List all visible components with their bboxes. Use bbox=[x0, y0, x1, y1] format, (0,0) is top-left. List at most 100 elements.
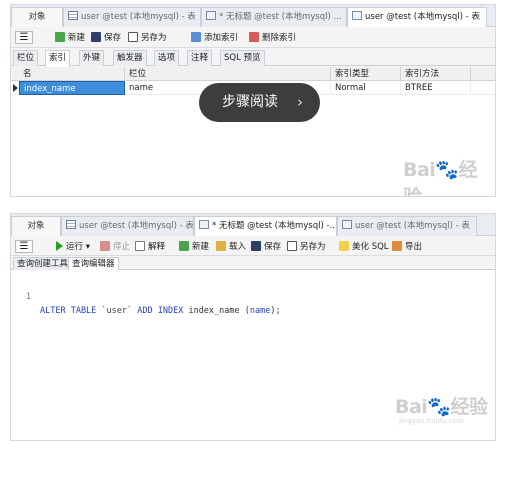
save-as-icon bbox=[128, 32, 138, 42]
chevron-right-icon: › bbox=[297, 93, 303, 111]
column-header-index-method[interactable]: 索引方法 bbox=[401, 67, 471, 81]
design-subtabs: 栏位 索引 外键 触发器 选项 注释 SQL 预览 bbox=[11, 48, 495, 67]
tab-label: user @test (本地mysql) - 表 bbox=[79, 221, 194, 231]
stop-button[interactable]: 停止 bbox=[100, 240, 130, 254]
column-header-index-type[interactable]: 索引类型 bbox=[331, 67, 401, 81]
index-type-cell[interactable]: Normal bbox=[331, 81, 401, 95]
tab-comments[interactable]: 注释 bbox=[187, 50, 213, 66]
tab-label: * 无标题 @test (本地mysql) -... bbox=[212, 221, 337, 231]
sql-keyword: ADD INDEX bbox=[137, 306, 184, 316]
folder-icon bbox=[216, 241, 226, 251]
load-button[interactable]: 载入 bbox=[216, 240, 246, 254]
tab-fields[interactable]: 栏位 bbox=[13, 50, 39, 66]
stop-icon bbox=[100, 241, 110, 251]
beautify-sql-button[interactable]: 美化 SQL bbox=[339, 240, 389, 254]
add-index-button[interactable]: 添加索引 bbox=[191, 31, 238, 45]
delete-index-label: 删除索引 bbox=[262, 33, 297, 43]
export-button[interactable]: 导出 bbox=[392, 240, 422, 254]
save-as-label: 另存为 bbox=[300, 242, 326, 252]
save-button[interactable]: 保存 bbox=[91, 31, 121, 45]
explain-icon bbox=[135, 241, 145, 251]
table-icon bbox=[68, 11, 78, 20]
new-icon bbox=[179, 241, 189, 251]
code-line: 1 ALTER TABLE `user` ADD INDEX index_nam… bbox=[11, 276, 495, 316]
tab-label: 对象 bbox=[28, 12, 46, 22]
tab-untitled-query[interactable]: * 无标题 @test (本地mysql) ... bbox=[201, 7, 347, 27]
tab-indexes[interactable]: 索引 bbox=[45, 50, 71, 67]
baidu-watermark: Bai🐾经验 jingyan.baidu.com bbox=[395, 396, 489, 425]
tab-label: user @test (本地mysql) - 表 bbox=[365, 12, 480, 22]
sql-index-name: index_name bbox=[188, 306, 240, 316]
baidu-watermark: Bai🐾经验 jingyan.baidu.com bbox=[403, 155, 495, 196]
menu-icon[interactable]: ☰ bbox=[15, 240, 33, 253]
tab-query-builder[interactable]: 查询创建工具 bbox=[13, 257, 73, 270]
sql-column-name: name bbox=[249, 306, 271, 316]
new-label: 新建 bbox=[192, 242, 210, 252]
save-as-button[interactable]: 另存为 bbox=[128, 31, 167, 45]
step-reading-label: 步骤阅读 bbox=[222, 94, 278, 110]
explain-button[interactable]: 解释 bbox=[135, 240, 165, 254]
stop-label: 停止 bbox=[113, 242, 131, 252]
save-button[interactable]: 保存 bbox=[251, 240, 281, 254]
save-icon bbox=[251, 241, 261, 251]
delete-index-button[interactable]: 删除索引 bbox=[249, 31, 296, 45]
run-button[interactable]: 运行 ▾ bbox=[56, 240, 90, 254]
explain-label: 解释 bbox=[148, 242, 166, 252]
save-icon bbox=[91, 32, 101, 42]
table-icon bbox=[66, 220, 76, 229]
tab-triggers[interactable]: 触发器 bbox=[113, 50, 147, 66]
column-header-field[interactable]: 栏位 bbox=[125, 67, 331, 81]
new-label: 新建 bbox=[68, 33, 86, 43]
delete-index-icon bbox=[249, 32, 259, 42]
design-toolbar: ☰ 新建 保存 另存为 添加索引 删除索引 bbox=[11, 27, 495, 48]
tab-objects[interactable]: 对象 bbox=[11, 216, 61, 236]
sql-paren: ); bbox=[270, 306, 281, 316]
query-editor-window: 对象 user @test (本地mysql) - 表 * 无标题 @test … bbox=[10, 213, 496, 441]
tab-user-design[interactable]: user @test (本地mysql) - 表 bbox=[347, 7, 487, 28]
index-name-cell[interactable]: index_name bbox=[19, 81, 125, 95]
tab-label: user @test (本地mysql) - 表 bbox=[355, 221, 470, 231]
tab-sql-preview[interactable]: SQL 预览 bbox=[220, 50, 265, 66]
line-number: 1 bbox=[25, 292, 31, 302]
tab-options[interactable]: 选项 bbox=[154, 50, 180, 66]
menu-icon[interactable]: ☰ bbox=[15, 31, 33, 44]
grid-header: 名 栏位 索引类型 索引方法 bbox=[11, 67, 495, 81]
watermark-brand: Bai bbox=[395, 396, 428, 418]
tab-user-table[interactable]: user @test (本地mysql) - 表 bbox=[61, 216, 194, 236]
sql-statement: ALTER TABLE `user` ADD INDEX index_name … bbox=[40, 304, 281, 318]
design-table-icon bbox=[342, 220, 352, 229]
beautify-icon bbox=[339, 241, 349, 251]
watermark-brand2: 经验 bbox=[450, 396, 489, 418]
window-tab-bar: 对象 user @test (本地mysql) - 表 * 无标题 @test … bbox=[11, 5, 495, 28]
save-label: 保存 bbox=[264, 242, 282, 252]
tab-user-table[interactable]: user @test (本地mysql) - 表 bbox=[63, 7, 201, 27]
export-icon bbox=[392, 241, 402, 251]
tab-query-editor[interactable]: 查询编辑器 bbox=[68, 257, 119, 271]
step-reading-button[interactable]: 步骤阅读 › bbox=[199, 83, 320, 122]
tab-untitled-query[interactable]: * 无标题 @test (本地mysql) -... bbox=[194, 216, 337, 237]
index-method-cell[interactable]: BTREE bbox=[401, 81, 471, 95]
add-index-label: 添加索引 bbox=[204, 33, 239, 43]
export-label: 导出 bbox=[405, 242, 423, 252]
watermark-url: jingyan.baidu.com bbox=[399, 417, 464, 425]
column-header-name[interactable]: 名 bbox=[19, 67, 125, 81]
save-as-label: 另存为 bbox=[141, 33, 167, 43]
tab-label: * 无标题 @test (本地mysql) ... bbox=[219, 12, 342, 22]
beautify-label: 美化 SQL bbox=[352, 242, 389, 252]
new-icon bbox=[55, 32, 65, 42]
sql-keyword: ALTER TABLE bbox=[40, 306, 97, 316]
tab-foreign-keys[interactable]: 外键 bbox=[79, 50, 105, 66]
tab-user-design[interactable]: user @test (本地mysql) - 表 bbox=[337, 216, 477, 236]
load-label: 载入 bbox=[229, 242, 247, 252]
query-icon bbox=[206, 11, 216, 20]
new-button[interactable]: 新建 bbox=[179, 240, 209, 254]
new-button[interactable]: 新建 bbox=[55, 31, 85, 45]
sql-table-name: `user` bbox=[101, 306, 133, 316]
tab-objects[interactable]: 对象 bbox=[11, 7, 63, 27]
save-as-button[interactable]: 另存为 bbox=[287, 240, 326, 254]
watermark-brand: Bai bbox=[403, 159, 436, 181]
tab-label: 对象 bbox=[27, 221, 45, 231]
query-subtabs: 查询创建工具 查询编辑器 bbox=[11, 256, 495, 271]
query-icon bbox=[199, 220, 209, 229]
save-as-icon bbox=[287, 241, 297, 251]
